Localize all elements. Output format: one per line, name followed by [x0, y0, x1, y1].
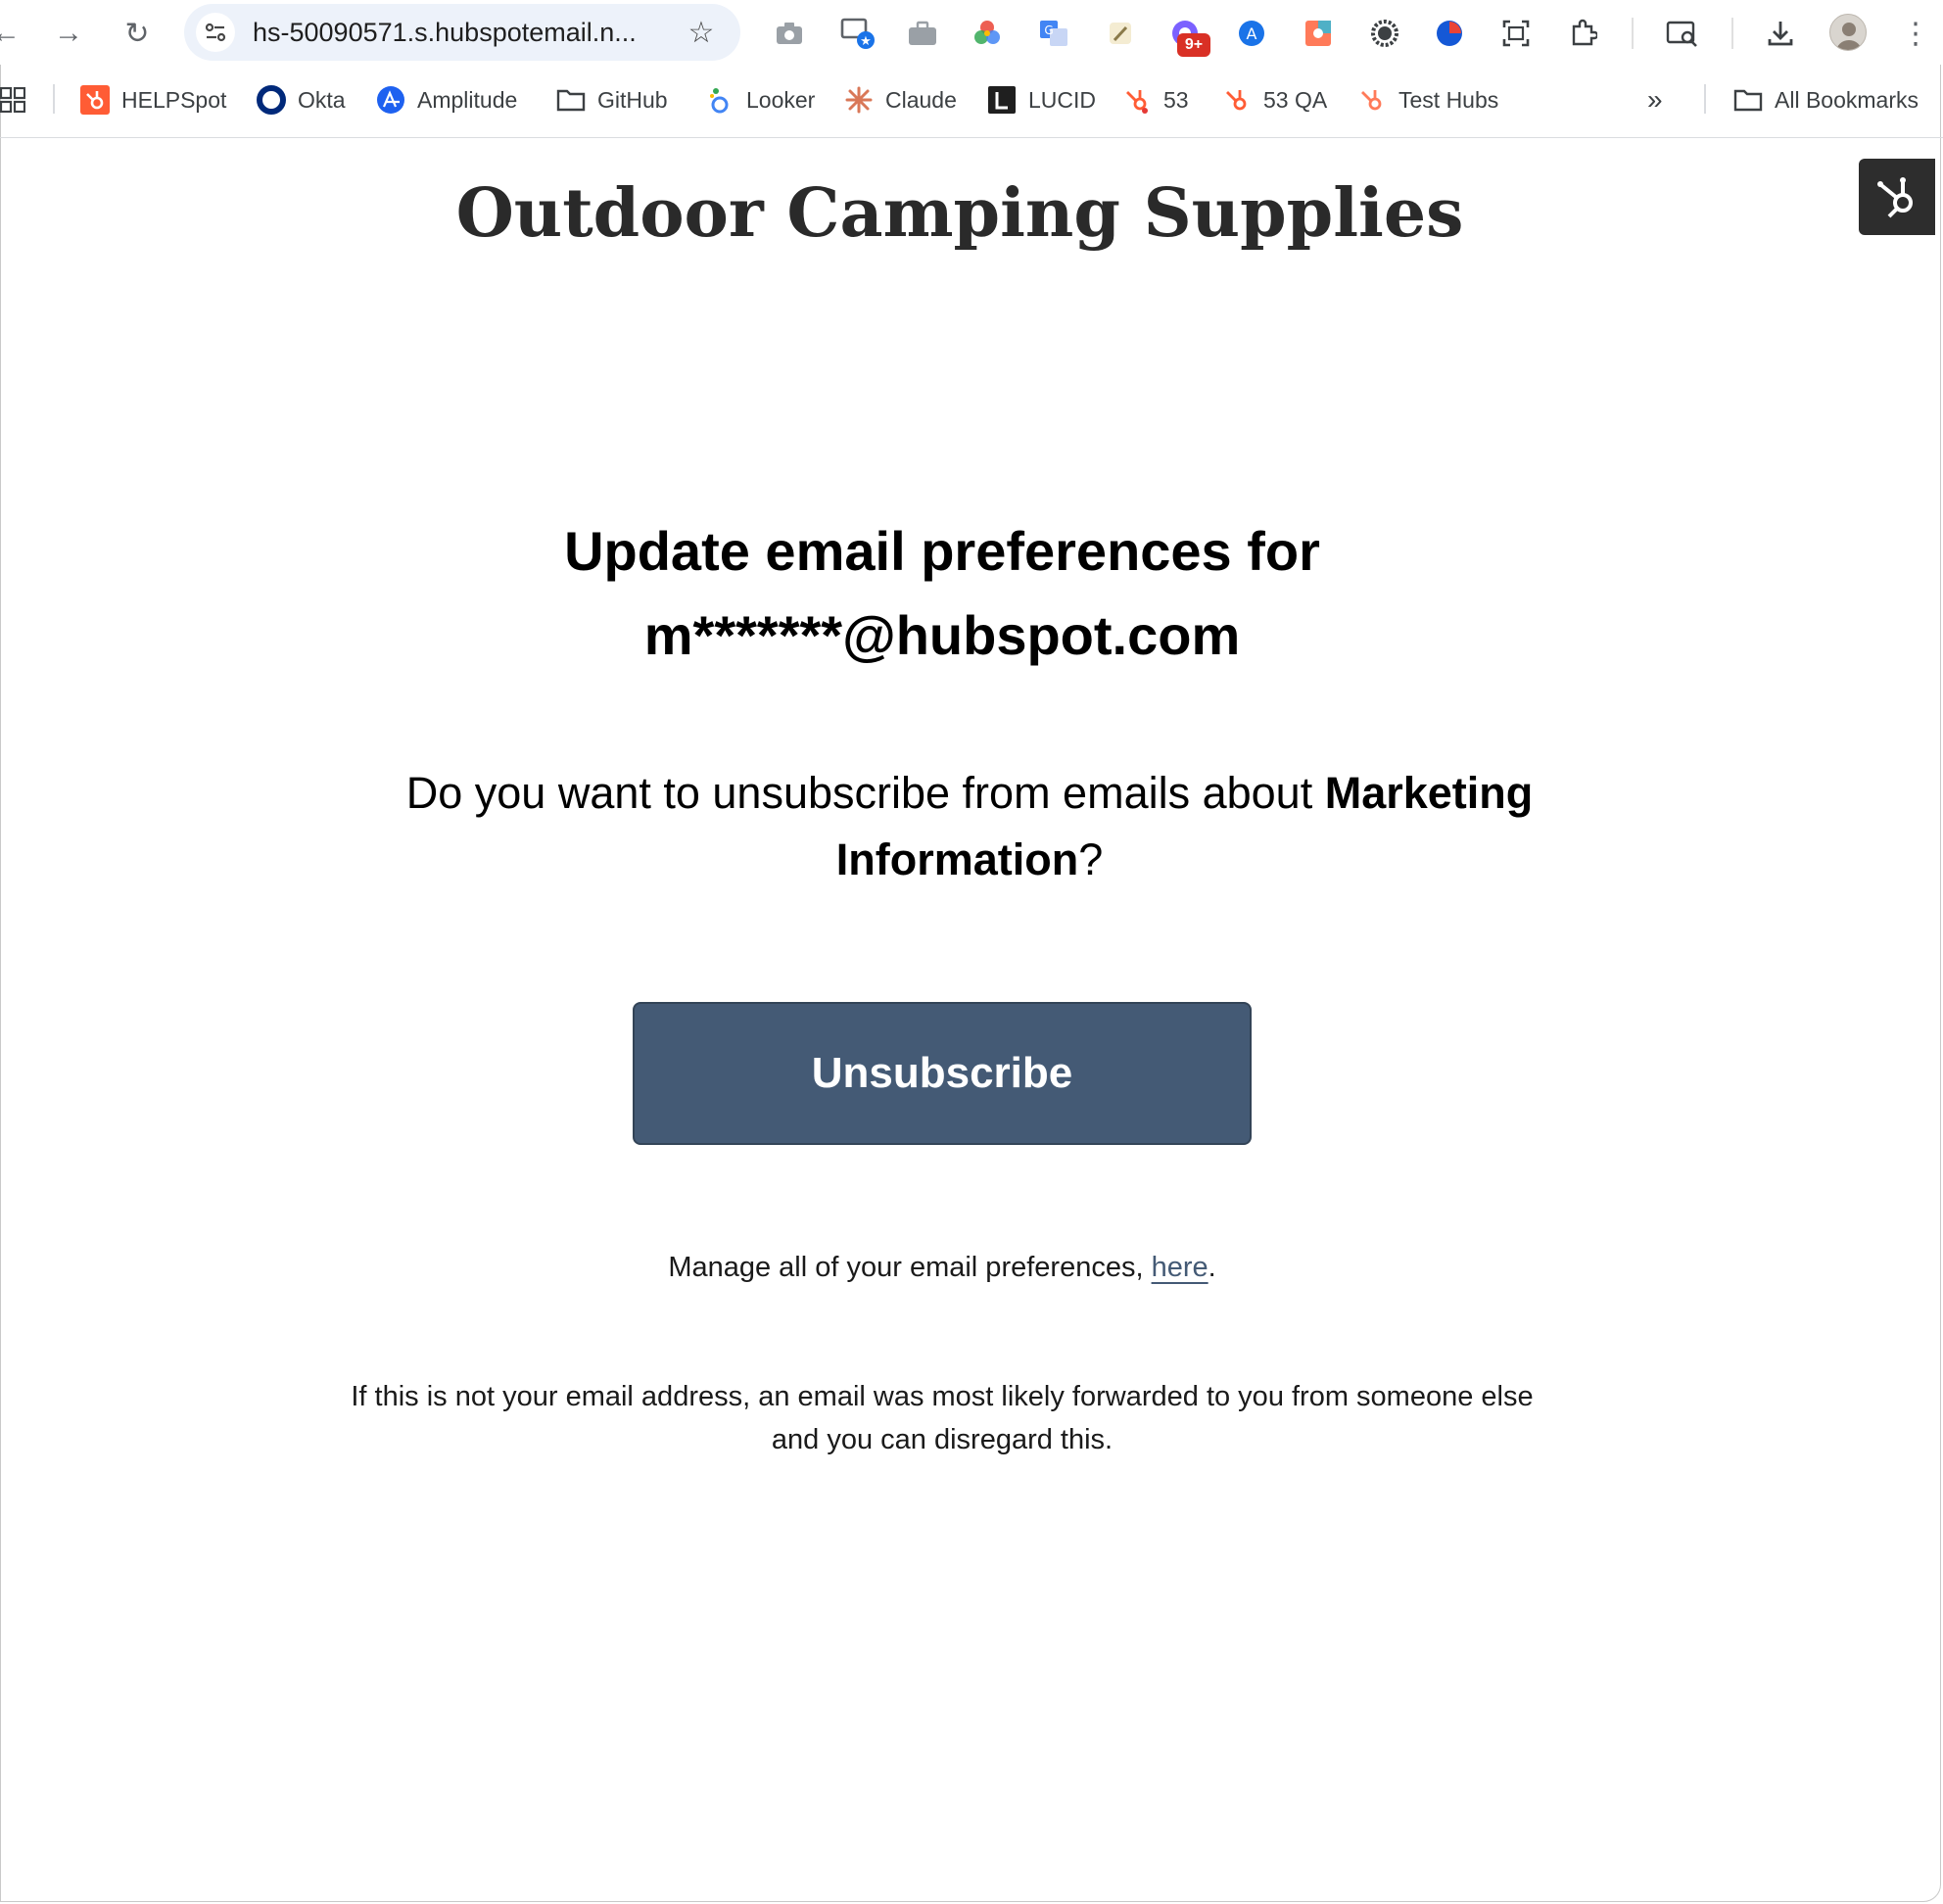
address-bar[interactable]: hs-50090571.s.hubspotemail.n... ☆: [184, 4, 740, 61]
bookmark-label: Claude: [885, 86, 957, 113]
screen-share-extension-icon[interactable]: ★: [838, 14, 877, 53]
masked-email: m*******@hubspot.com: [643, 604, 1241, 666]
forward-icon[interactable]: →: [49, 14, 88, 53]
translate-extension-icon[interactable]: G: [1034, 14, 1073, 53]
bookmark-label: HELPSpot: [121, 86, 227, 113]
bookmark-label: Okta: [298, 86, 346, 113]
wand-extension-icon[interactable]: [1101, 14, 1140, 53]
all-bookmarks-label: All Bookmarks: [1775, 86, 1919, 113]
bookmark-okta[interactable]: Okta: [257, 78, 346, 121]
bookmark-claude[interactable]: Claude: [844, 78, 957, 121]
manage-text: Manage all of your email preferences,: [668, 1252, 1152, 1283]
brand-title: Outdoor Camping Supplies: [455, 174, 1464, 253]
amplitude-icon: [376, 85, 405, 115]
looker-icon: [705, 85, 735, 115]
svg-text:G: G: [1044, 24, 1053, 37]
browser-toolbar: ← → ↻ hs-50090571.s.hubspotemail.n... ☆ …: [0, 0, 1943, 65]
bookmark-53-qa[interactable]: 53 QA: [1222, 78, 1327, 121]
color-wheel-extension-icon[interactable]: [968, 14, 1007, 53]
page-heading: Update email preferences for m*******@hu…: [0, 509, 1884, 678]
folder-icon: [556, 85, 586, 115]
url-text[interactable]: hs-50090571.s.hubspotemail.n...: [253, 4, 637, 61]
reload-icon[interactable]: ↻: [118, 14, 157, 53]
app-store-extension-icon[interactable]: A: [1232, 14, 1271, 53]
bookmark-github[interactable]: GitHub: [556, 78, 668, 121]
briefcase-extension-icon[interactable]: [903, 14, 942, 53]
hubspot-sprocket-icon: [1357, 85, 1387, 115]
bookmark-star-icon[interactable]: ☆: [682, 13, 721, 52]
okta-icon: [257, 85, 286, 115]
bookmark-helpspot[interactable]: HELPSpot: [80, 78, 226, 121]
browser-window: [0, 0, 1941, 1902]
apps-grid-icon[interactable]: [0, 78, 25, 121]
lucid-icon: [987, 85, 1017, 115]
svg-text:A: A: [1247, 24, 1257, 43]
question-mark: ?: [1078, 834, 1104, 884]
bookmarks-overflow-icon[interactable]: »: [1647, 78, 1663, 121]
bookmarks-bar: HELPSpot Okta Amplitude GitHub Looker Cl…: [0, 78, 1943, 121]
bookmark-label: 53 QA: [1263, 86, 1328, 113]
manage-preferences-text: Manage all of your email preferences, he…: [0, 1252, 1884, 1284]
toolbar-divider: [0, 137, 1943, 138]
disclaimer-text: If this is not your email address, an em…: [351, 1381, 1534, 1455]
unsubscribe-button[interactable]: Unsubscribe: [633, 1002, 1252, 1145]
globe-extension-icon[interactable]: [1430, 14, 1469, 53]
screenshot-extension-icon[interactable]: [1496, 14, 1536, 53]
unsubscribe-question: Do you want to unsubscribe from emails a…: [333, 760, 1606, 893]
claude-icon: [844, 85, 874, 115]
bookmarks-separator: [1704, 84, 1706, 114]
profile-avatar[interactable]: [1829, 14, 1867, 51]
bookmark-53[interactable]: 53: [1122, 78, 1189, 121]
hubspot-extension-icon[interactable]: [1299, 14, 1338, 53]
bookmark-label: Looker: [746, 86, 816, 113]
bookmark-amplitude[interactable]: Amplitude: [376, 78, 517, 121]
hubspot-widget-icon[interactable]: [1859, 159, 1935, 235]
camera-extension-icon[interactable]: [770, 14, 809, 53]
bookmark-test-hubs[interactable]: Test Hubs: [1357, 78, 1498, 121]
hubspot-sprocket-icon: [1122, 85, 1152, 115]
back-icon[interactable]: ←: [0, 14, 25, 53]
bookmarks-separator: [53, 84, 55, 114]
sun-extension-icon[interactable]: [1365, 14, 1404, 53]
manage-period: .: [1208, 1252, 1216, 1283]
toolbar-separator: [1632, 18, 1634, 49]
more-menu-icon[interactable]: ⋮: [1896, 14, 1935, 53]
tab-search-icon[interactable]: [1663, 14, 1702, 53]
all-bookmarks-button[interactable]: All Bookmarks: [1733, 78, 1919, 121]
heading-line-1: Update email preferences for: [564, 520, 1320, 582]
site-info-icon[interactable]: [196, 13, 235, 52]
bookmark-looker[interactable]: Looker: [705, 78, 815, 121]
extension-badge: 9+: [1177, 33, 1210, 57]
hubspot-sprocket-icon: [1222, 85, 1252, 115]
bookmark-label: Amplitude: [417, 86, 518, 113]
question-text: Do you want to unsubscribe from emails a…: [405, 768, 1325, 818]
extensions-puzzle-icon[interactable]: [1563, 14, 1602, 53]
bookmark-label: GitHub: [597, 86, 668, 113]
bookmark-lucid[interactable]: LUCID: [987, 78, 1096, 121]
download-icon[interactable]: [1761, 14, 1800, 53]
folder-icon: [1733, 85, 1763, 115]
bookmark-label: 53: [1163, 86, 1189, 113]
toolbar-separator: [1731, 18, 1733, 49]
manage-preferences-link[interactable]: here: [1152, 1252, 1208, 1283]
bookmark-label: Test Hubs: [1398, 86, 1499, 113]
svg-text:★: ★: [860, 34, 872, 49]
bookmark-label: LUCID: [1028, 86, 1097, 113]
hubspot-sprocket-orange-icon: [80, 85, 110, 115]
